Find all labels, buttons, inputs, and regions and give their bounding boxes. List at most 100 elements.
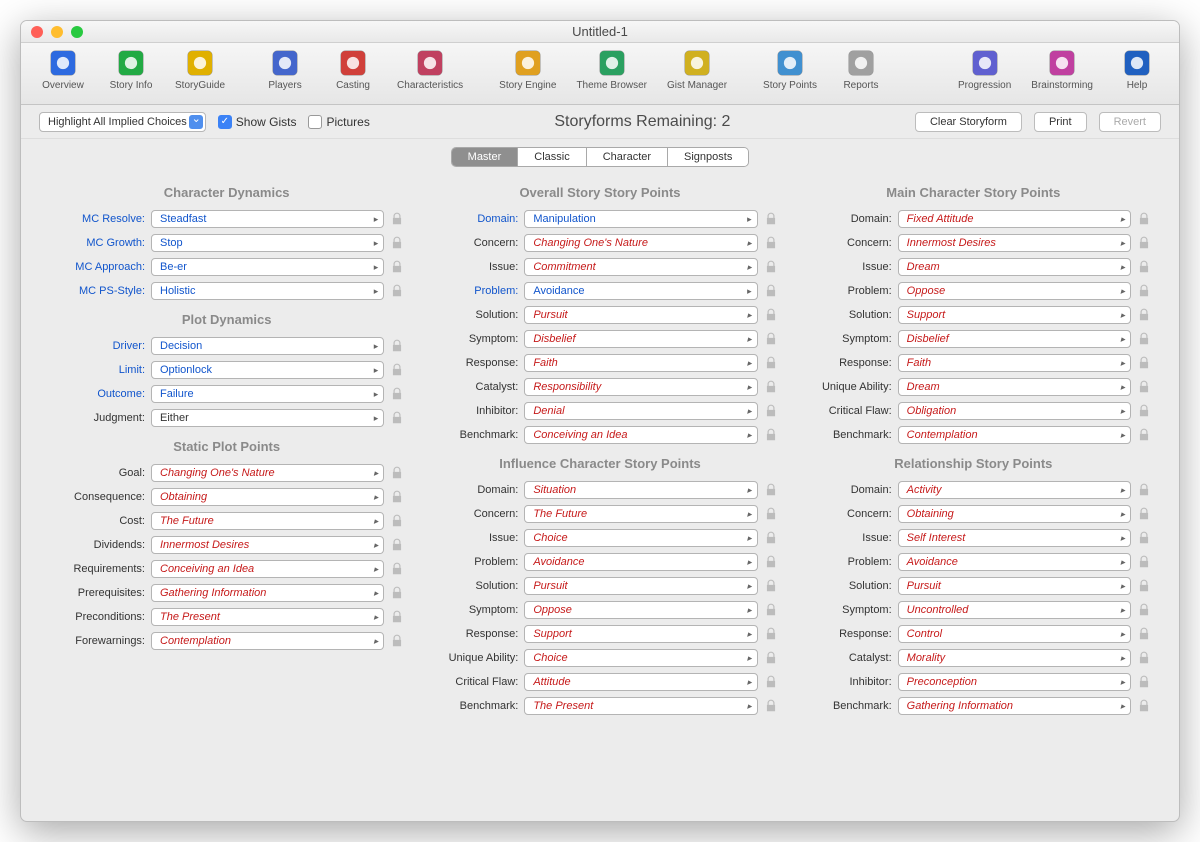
field-combo[interactable]: Conceiving an Idea [524, 426, 757, 444]
lock-icon[interactable] [1137, 212, 1151, 226]
toolbar-casting[interactable]: Casting [329, 47, 377, 91]
lock-icon[interactable] [390, 610, 404, 624]
field-combo[interactable]: Avoidance [898, 553, 1131, 571]
lock-icon[interactable] [1137, 603, 1151, 617]
lock-icon[interactable] [1137, 260, 1151, 274]
lock-icon[interactable] [1137, 675, 1151, 689]
field-combo[interactable]: Faith [524, 354, 757, 372]
lock-icon[interactable] [1137, 531, 1151, 545]
lock-icon[interactable] [1137, 308, 1151, 322]
print-button[interactable]: Print [1034, 112, 1087, 132]
lock-icon[interactable] [764, 332, 778, 346]
lock-icon[interactable] [764, 675, 778, 689]
lock-icon[interactable] [764, 308, 778, 322]
toolbar-story-points[interactable]: Story Points [763, 47, 817, 91]
field-combo[interactable]: Oppose [898, 282, 1131, 300]
field-combo[interactable]: Gathering Information [898, 697, 1131, 715]
field-combo[interactable]: Faith [898, 354, 1131, 372]
field-combo[interactable]: Commitment [524, 258, 757, 276]
field-combo[interactable]: Manipulation [524, 210, 757, 228]
field-combo[interactable]: Pursuit [524, 306, 757, 324]
toolbar-characteristics[interactable]: Characteristics [397, 47, 463, 91]
tab-classic[interactable]: Classic [518, 148, 586, 166]
lock-icon[interactable] [764, 212, 778, 226]
field-combo[interactable]: Activity [898, 481, 1131, 499]
field-combo[interactable]: Disbelief [524, 330, 757, 348]
toolbar-players[interactable]: Players [261, 47, 309, 91]
lock-icon[interactable] [390, 236, 404, 250]
lock-icon[interactable] [390, 538, 404, 552]
lock-icon[interactable] [1137, 380, 1151, 394]
field-combo[interactable]: Fixed Attitude [898, 210, 1131, 228]
field-combo[interactable]: Decision [151, 337, 384, 355]
field-combo[interactable]: Failure [151, 385, 384, 403]
field-combo[interactable]: Oppose [524, 601, 757, 619]
lock-icon[interactable] [390, 490, 404, 504]
field-combo[interactable]: Dream [898, 378, 1131, 396]
lock-icon[interactable] [390, 562, 404, 576]
field-combo[interactable]: Conceiving an Idea [151, 560, 384, 578]
show-gists-checkbox[interactable]: ✓ [218, 115, 232, 129]
field-combo[interactable]: Stop [151, 234, 384, 252]
field-combo[interactable]: Control [898, 625, 1131, 643]
lock-icon[interactable] [390, 586, 404, 600]
field-combo[interactable]: Pursuit [898, 577, 1131, 595]
field-combo[interactable]: Gathering Information [151, 584, 384, 602]
field-combo[interactable]: Innermost Desires [151, 536, 384, 554]
lock-icon[interactable] [1137, 404, 1151, 418]
lock-icon[interactable] [1137, 236, 1151, 250]
tab-signposts[interactable]: Signposts [668, 148, 748, 166]
field-combo[interactable]: Preconception [898, 673, 1131, 691]
field-combo[interactable]: Steadfast [151, 210, 384, 228]
lock-icon[interactable] [764, 579, 778, 593]
toolbar-reports[interactable]: Reports [837, 47, 885, 91]
field-combo[interactable]: Obtaining [151, 488, 384, 506]
highlight-select[interactable]: Highlight All Implied Choices [39, 112, 206, 132]
field-combo[interactable]: Avoidance [524, 282, 757, 300]
lock-icon[interactable] [1137, 284, 1151, 298]
lock-icon[interactable] [390, 411, 404, 425]
lock-icon[interactable] [764, 507, 778, 521]
field-combo[interactable]: Avoidance [524, 553, 757, 571]
lock-icon[interactable] [764, 531, 778, 545]
field-combo[interactable]: Uncontrolled [898, 601, 1131, 619]
lock-icon[interactable] [1137, 483, 1151, 497]
field-combo[interactable]: Obtaining [898, 505, 1131, 523]
field-combo[interactable]: Morality [898, 649, 1131, 667]
lock-icon[interactable] [764, 555, 778, 569]
field-combo[interactable]: Contemplation [151, 632, 384, 650]
field-combo[interactable]: Self Interest [898, 529, 1131, 547]
field-combo[interactable]: The Future [151, 512, 384, 530]
field-combo[interactable]: Optionlock [151, 361, 384, 379]
lock-icon[interactable] [1137, 428, 1151, 442]
lock-icon[interactable] [764, 699, 778, 713]
toolbar-progression[interactable]: Progression [958, 47, 1011, 91]
toolbar-theme-browser[interactable]: Theme Browser [576, 47, 647, 91]
clear-storyform-button[interactable]: Clear Storyform [915, 112, 1022, 132]
lock-icon[interactable] [390, 466, 404, 480]
field-combo[interactable]: The Present [524, 697, 757, 715]
field-combo[interactable]: Denial [524, 402, 757, 420]
field-combo[interactable]: The Present [151, 608, 384, 626]
toolbar-storyguide[interactable]: StoryGuide [175, 47, 225, 91]
lock-icon[interactable] [1137, 579, 1151, 593]
lock-icon[interactable] [764, 651, 778, 665]
revert-button[interactable]: Revert [1099, 112, 1161, 132]
field-combo[interactable]: Responsibility [524, 378, 757, 396]
field-combo[interactable]: Changing One's Nature [151, 464, 384, 482]
field-combo[interactable]: Holistic [151, 282, 384, 300]
field-combo[interactable]: Choice [524, 529, 757, 547]
lock-icon[interactable] [390, 387, 404, 401]
lock-icon[interactable] [764, 356, 778, 370]
lock-icon[interactable] [390, 284, 404, 298]
lock-icon[interactable] [764, 404, 778, 418]
field-combo[interactable]: Obligation [898, 402, 1131, 420]
lock-icon[interactable] [1137, 699, 1151, 713]
toolbar-gist-manager[interactable]: Gist Manager [667, 47, 727, 91]
lock-icon[interactable] [1137, 555, 1151, 569]
field-combo[interactable]: Pursuit [524, 577, 757, 595]
lock-icon[interactable] [764, 483, 778, 497]
field-combo[interactable]: Contemplation [898, 426, 1131, 444]
field-combo[interactable]: Disbelief [898, 330, 1131, 348]
field-combo[interactable]: Innermost Desires [898, 234, 1131, 252]
